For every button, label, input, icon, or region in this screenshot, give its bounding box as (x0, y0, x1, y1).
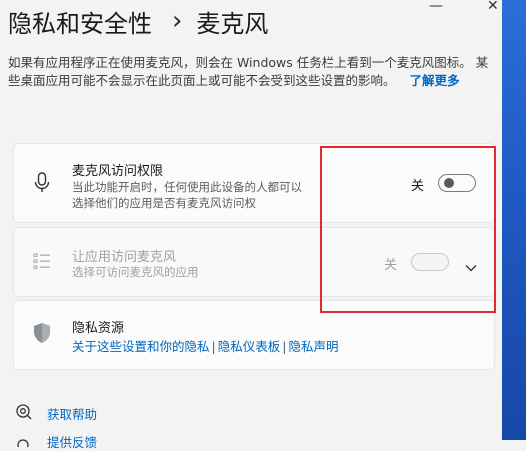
breadcrumb-separator-icon: › (172, 6, 183, 36)
app-access-subtitle: 选择可访问麦克风的应用 (72, 265, 199, 279)
link-divider: | (211, 339, 216, 354)
page-title: 麦克风 (196, 9, 269, 38)
link-divider: | (282, 339, 287, 354)
microphone-icon (32, 172, 52, 198)
help-icon (15, 404, 37, 424)
minimize-button[interactable]: — (429, 0, 443, 16)
get-help-row[interactable]: 获取帮助 (15, 403, 97, 424)
shield-icon (32, 322, 52, 348)
list-icon (33, 252, 51, 274)
close-button[interactable]: ✕ (487, 0, 499, 16)
app-access-title: 让应用访问麦克风 (72, 250, 177, 265)
privacy-statement-link[interactable]: 隐私声明 (288, 339, 338, 354)
page-description: 如果有应用程序正在使用麦克风，则会在 Windows 任务栏上看到一个麦克风图标… (8, 54, 490, 90)
highlight-box (320, 146, 496, 313)
feedback-icon (15, 435, 37, 451)
feedback-link[interactable]: 提供反馈 (47, 435, 97, 450)
feedback-row[interactable]: 提供反馈 (15, 432, 97, 451)
get-help-link[interactable]: 获取帮助 (47, 407, 97, 422)
privacy-resources-title: 隐私资源 (72, 321, 125, 336)
privacy-links: 关于这些设置和你的隐私 | 隐私仪表板 | 隐私声明 (72, 336, 338, 355)
mic-access-subtitle: 当此功能开启时，任何使用此设备的人都可以选择他们的应用是否有麦克风访问权 (72, 180, 302, 210)
privacy-dashboard-link[interactable]: 隐私仪表板 (218, 339, 281, 354)
settings-window: — ✕ 隐私和安全性 › 麦克风 如果有应用程序正在使用麦克风，则会在 Wind… (0, 0, 502, 451)
mic-access-title: 麦克风访问权限 (72, 164, 164, 179)
breadcrumb-parent[interactable]: 隐私和安全性 (8, 4, 152, 39)
breadcrumb: 隐私和安全性 › 麦克风 (8, 4, 268, 38)
desktop-wallpaper-strip (502, 0, 526, 440)
privacy-settings-link[interactable]: 关于这些设置和你的隐私 (72, 339, 210, 354)
learn-more-link[interactable]: 了解更多 (410, 73, 460, 88)
